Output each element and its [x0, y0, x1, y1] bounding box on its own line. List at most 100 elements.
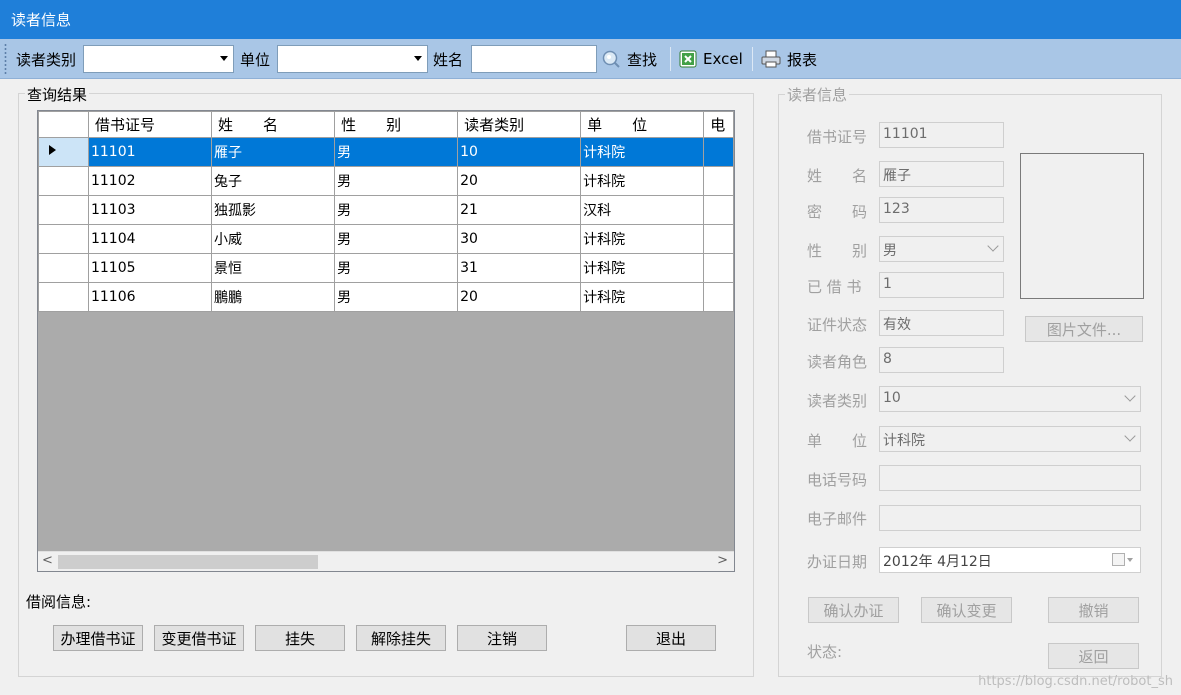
- table-cell[interactable]: 兔子: [211, 166, 336, 196]
- column-header[interactable]: 电: [703, 111, 734, 138]
- table-row[interactable]: 11103 独孤影 男 21 汉科: [38, 195, 734, 225]
- table-cell[interactable]: 计科院: [580, 137, 705, 167]
- table-cell[interactable]: 男: [334, 224, 459, 254]
- toolbar-separator: [752, 47, 753, 71]
- table-cell[interactable]: 10: [457, 137, 582, 167]
- card-status-field[interactable]: 有效: [879, 310, 1004, 336]
- borrowed-field[interactable]: 1: [879, 272, 1004, 298]
- card-no-field[interactable]: 11101: [879, 122, 1004, 148]
- chevron-down-icon: [1124, 390, 1136, 402]
- table-cell[interactable]: 男: [334, 253, 459, 283]
- name-filter-input[interactable]: [471, 45, 597, 73]
- unit-filter-combo[interactable]: [277, 45, 428, 73]
- toolbar: 读者类别 单位 姓名 查找 Excel 报表: [0, 39, 1181, 79]
- category-filter-combo[interactable]: [83, 45, 234, 73]
- table-cell[interactable]: 独孤影: [211, 195, 336, 225]
- watermark: https://blog.csdn.net/robot_sh: [978, 674, 1173, 689]
- toolbar-grip[interactable]: [4, 43, 7, 75]
- password-field[interactable]: 123: [879, 197, 1004, 223]
- table-cell[interactable]: [703, 137, 734, 167]
- row-header[interactable]: [38, 137, 89, 167]
- table-cell[interactable]: 男: [334, 195, 459, 225]
- reader-role-field[interactable]: 8: [879, 347, 1004, 373]
- confirm-change-button[interactable]: 确认变更: [921, 597, 1012, 623]
- issue-date-label: 办证日期: [807, 553, 868, 571]
- table-cell[interactable]: 男: [334, 137, 459, 167]
- table-cell[interactable]: [703, 166, 734, 196]
- table-row[interactable]: 11106 鵬鵬 男 20 计科院: [38, 282, 734, 312]
- table-cell[interactable]: 计科院: [580, 166, 705, 196]
- undo-button[interactable]: 撤销: [1048, 597, 1139, 623]
- row-header[interactable]: [38, 195, 89, 225]
- table-cell[interactable]: 11104: [87, 224, 213, 254]
- report-button[interactable]: 报表: [761, 46, 817, 72]
- reader-category-combo[interactable]: 10: [879, 386, 1141, 412]
- table-cell[interactable]: 计科院: [580, 282, 705, 312]
- table-cell[interactable]: 11103: [87, 195, 213, 225]
- table-cell[interactable]: 小威: [211, 224, 336, 254]
- horizontal-scrollbar[interactable]: < >: [38, 551, 734, 571]
- table-cell[interactable]: 20: [457, 282, 582, 312]
- scroll-thumb[interactable]: [58, 555, 318, 569]
- table-cell[interactable]: 11105: [87, 253, 213, 283]
- table-cell[interactable]: 11106: [87, 282, 213, 312]
- issue-card-button[interactable]: 办理借书证: [53, 625, 143, 651]
- table-cell[interactable]: 30: [457, 224, 582, 254]
- table-cell[interactable]: 21: [457, 195, 582, 225]
- exit-button[interactable]: 退出: [626, 625, 716, 651]
- toolbar-separator: [670, 47, 671, 71]
- table-cell[interactable]: 11101: [87, 137, 213, 167]
- table-cell[interactable]: 男: [334, 166, 459, 196]
- title-bar: 读者信息: [0, 0, 1181, 39]
- table-cell[interactable]: 鵬鵬: [211, 282, 336, 312]
- phone-field[interactable]: [879, 465, 1141, 491]
- table-cell[interactable]: [703, 195, 734, 225]
- back-button[interactable]: 返回: [1048, 643, 1139, 669]
- row-header[interactable]: [38, 282, 89, 312]
- unit-combo[interactable]: 计科院: [879, 426, 1141, 452]
- results-grid[interactable]: 借书证号 姓 名 性 别 读者类别 单 位 电 11101 雁子 男 10 计科…: [37, 110, 735, 572]
- table-cell[interactable]: 11102: [87, 166, 213, 196]
- column-header[interactable]: 单 位: [580, 111, 705, 138]
- table-cell[interactable]: [703, 282, 734, 312]
- table-cell[interactable]: 雁子: [211, 137, 336, 167]
- gender-combo[interactable]: 男: [879, 236, 1004, 262]
- table-cell[interactable]: [703, 224, 734, 254]
- table-cell[interactable]: 计科院: [580, 253, 705, 283]
- table-cell[interactable]: 20: [457, 166, 582, 196]
- report-loss-button[interactable]: 挂失: [255, 625, 345, 651]
- column-header[interactable]: 性 别: [334, 111, 459, 138]
- row-header[interactable]: [38, 253, 89, 283]
- reader-info-group-label: 读者信息: [785, 84, 850, 105]
- email-field[interactable]: [879, 505, 1141, 531]
- row-header[interactable]: [38, 224, 89, 254]
- picture-file-button[interactable]: 图片文件...: [1025, 316, 1143, 342]
- excel-button[interactable]: Excel: [679, 46, 743, 72]
- table-cell[interactable]: 31: [457, 253, 582, 283]
- scroll-left-icon[interactable]: <: [42, 553, 53, 568]
- column-header[interactable]: 姓 名: [211, 111, 336, 138]
- dropdown-arrow-icon: [220, 56, 228, 61]
- table-cell[interactable]: 男: [334, 282, 459, 312]
- name-field[interactable]: 雁子: [879, 161, 1004, 187]
- table-cell[interactable]: 计科院: [580, 224, 705, 254]
- deregister-button[interactable]: 注销: [457, 625, 547, 651]
- row-header[interactable]: [38, 166, 89, 196]
- row-header-corner[interactable]: [38, 111, 89, 138]
- table-row[interactable]: 11102 兔子 男 20 计科院: [38, 166, 734, 196]
- table-cell[interactable]: 景恒: [211, 253, 336, 283]
- table-row[interactable]: 11104 小威 男 30 计科院: [38, 224, 734, 254]
- unit-filter-label: 单位: [240, 51, 271, 69]
- table-row[interactable]: 11101 雁子 男 10 计科院: [38, 137, 734, 167]
- issue-date-picker[interactable]: 2012年 4月12日: [879, 547, 1141, 573]
- table-row[interactable]: 11105 景恒 男 31 计科院: [38, 253, 734, 283]
- confirm-issue-button[interactable]: 确认办证: [808, 597, 899, 623]
- table-cell[interactable]: [703, 253, 734, 283]
- scroll-right-icon[interactable]: >: [717, 553, 728, 568]
- table-cell[interactable]: 汉科: [580, 195, 705, 225]
- column-header[interactable]: 借书证号: [87, 111, 213, 138]
- cancel-loss-button[interactable]: 解除挂失: [356, 625, 446, 651]
- column-header[interactable]: 读者类别: [457, 111, 582, 138]
- change-card-button[interactable]: 变更借书证: [154, 625, 244, 651]
- search-button[interactable]: 查找: [601, 46, 657, 72]
